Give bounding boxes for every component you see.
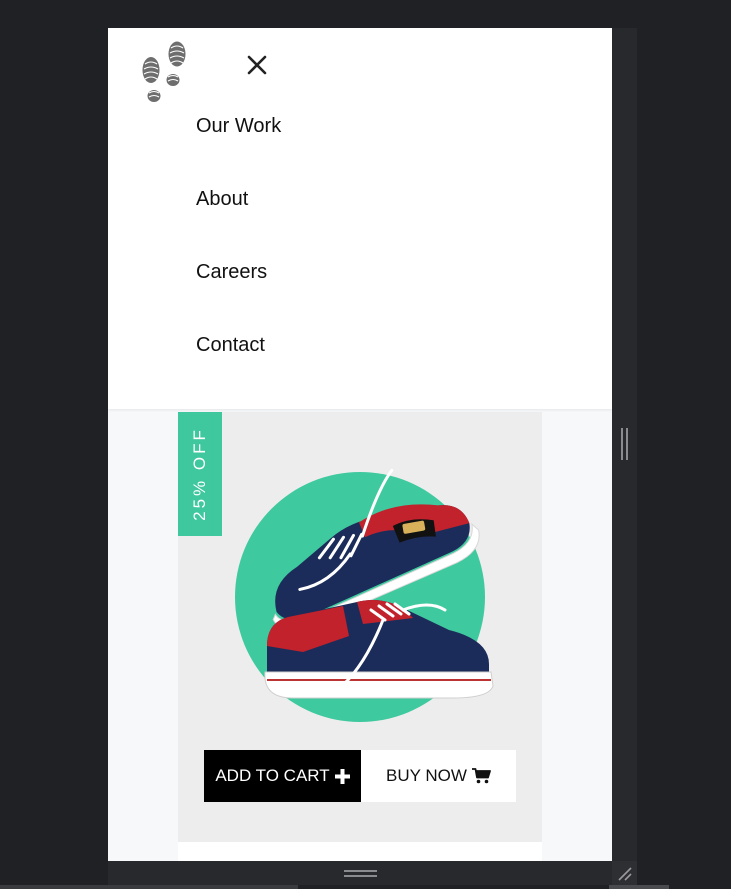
emulator-frame: Our Work About Careers Contact 25% OFF A…: [0, 0, 731, 889]
frame-bottom-scrollbar-thumb: [609, 885, 669, 889]
nav-item-careers[interactable]: Careers: [196, 262, 281, 335]
close-menu-button[interactable]: [244, 52, 270, 78]
sneakers-image: [264, 468, 494, 699]
product-card: 25% OFF ADD TO CART BUY NOW: [178, 412, 542, 842]
resize-handle-right[interactable]: [621, 428, 628, 460]
add-to-cart-label: ADD TO CART: [215, 766, 330, 785]
resize-corner-icon: [618, 867, 632, 881]
nav-item-our-work[interactable]: Our Work: [196, 116, 281, 189]
nav-menu-list: Our Work About Careers Contact: [196, 116, 281, 408]
resize-corner-handle[interactable]: [612, 861, 637, 885]
buy-now-button[interactable]: BUY NOW: [361, 750, 516, 802]
plus-icon: [334, 768, 350, 784]
next-product-card: [178, 842, 542, 861]
mobile-nav-menu: Our Work About Careers Contact: [108, 28, 612, 409]
buy-now-label: BUY NOW: [386, 766, 467, 785]
discount-text: 25% OFF: [190, 427, 209, 521]
device-viewport: Our Work About Careers Contact 25% OFF A…: [108, 28, 612, 861]
nav-item-contact[interactable]: Contact: [196, 335, 281, 408]
add-to-cart-button[interactable]: ADD TO CART: [204, 750, 361, 802]
close-icon: [247, 55, 267, 75]
footprints-icon[interactable]: [140, 40, 190, 106]
cart-icon: [471, 768, 491, 784]
nav-item-about[interactable]: About: [196, 189, 281, 262]
discount-badge: 25% OFF: [178, 412, 222, 536]
frame-bottom-scrollbar: [0, 885, 298, 889]
resize-handle-bottom[interactable]: [344, 870, 377, 877]
